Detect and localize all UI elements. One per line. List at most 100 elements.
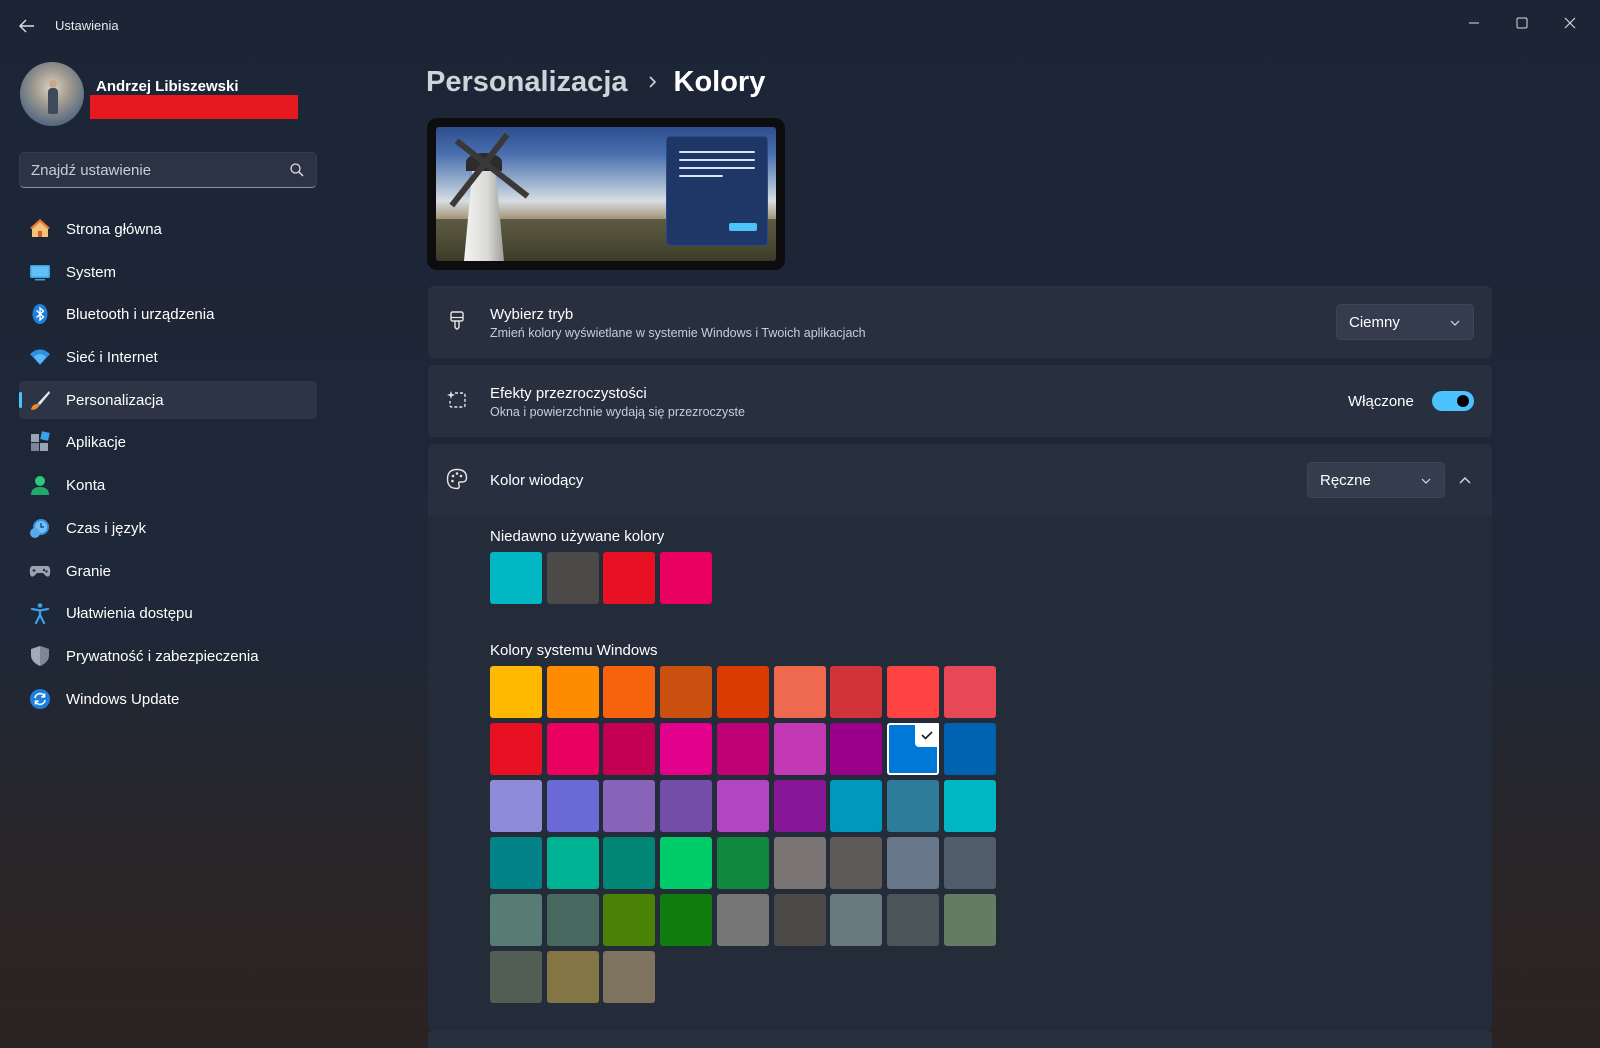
sidebar-item-home[interactable]: Strona główna xyxy=(19,210,317,248)
back-button[interactable] xyxy=(14,14,40,38)
color-swatch[interactable] xyxy=(886,837,939,889)
color-swatch[interactable] xyxy=(603,951,656,1003)
transparency-state-label: Włączone xyxy=(1348,393,1414,410)
color-swatch[interactable] xyxy=(660,666,713,718)
color-swatch[interactable] xyxy=(603,894,656,946)
sidebar-item-bluetooth[interactable]: Bluetooth i urządzenia xyxy=(19,295,317,333)
color-swatch[interactable] xyxy=(830,837,883,889)
sidebar-item-label: Bluetooth i urządzenia xyxy=(66,306,215,324)
color-swatch[interactable] xyxy=(603,552,656,604)
color-swatch[interactable] xyxy=(603,666,656,718)
color-swatch[interactable] xyxy=(490,666,542,718)
transparency-effects-icon xyxy=(447,391,466,408)
mode-dropdown[interactable]: Ciemny xyxy=(1336,304,1474,340)
mode-card: Wybierz tryb Zmień kolory wyświetlane w … xyxy=(428,286,1492,358)
color-swatch[interactable] xyxy=(773,894,826,946)
color-swatch[interactable] xyxy=(660,780,713,832)
color-swatch[interactable] xyxy=(943,837,996,889)
color-swatch[interactable] xyxy=(603,723,656,775)
color-swatch[interactable] xyxy=(490,552,542,604)
color-swatch[interactable] xyxy=(716,837,769,889)
color-swatch[interactable] xyxy=(716,894,769,946)
color-swatch[interactable] xyxy=(716,780,769,832)
color-swatch[interactable] xyxy=(490,894,542,946)
color-swatch[interactable] xyxy=(603,780,656,832)
transparency-toggle[interactable] xyxy=(1432,391,1474,411)
color-swatch[interactable] xyxy=(773,666,826,718)
redacted-email xyxy=(90,95,298,119)
color-swatch[interactable] xyxy=(830,723,883,775)
chevron-down-icon xyxy=(1421,478,1431,484)
sidebar-item-system[interactable]: System xyxy=(19,253,317,291)
sidebar-item-label: Granie xyxy=(66,562,112,580)
user-profile[interactable]: Andrzej Libiszewski xyxy=(20,62,320,130)
search-box xyxy=(19,152,317,188)
color-swatch[interactable] xyxy=(830,894,883,946)
app-title: Ustawienia xyxy=(55,18,119,33)
sidebar-item-privacy[interactable]: Prywatność i zabezpieczenia xyxy=(19,637,317,675)
color-swatch[interactable] xyxy=(660,723,713,775)
color-swatch[interactable] xyxy=(490,837,542,889)
search-input[interactable] xyxy=(20,153,280,187)
minimize-button[interactable] xyxy=(1452,8,1496,38)
color-swatch[interactable] xyxy=(943,894,996,946)
color-swatch[interactable] xyxy=(546,723,599,775)
color-swatch[interactable] xyxy=(660,894,713,946)
color-swatch[interactable] xyxy=(490,780,542,832)
color-swatch[interactable] xyxy=(943,780,996,832)
color-swatch[interactable] xyxy=(490,723,542,775)
sidebar-item-network[interactable]: Sieć i Internet xyxy=(19,338,317,376)
color-swatch[interactable] xyxy=(773,780,826,832)
wallpaper-preview xyxy=(436,127,776,261)
color-swatch[interactable] xyxy=(943,723,996,775)
color-swatch[interactable] xyxy=(943,666,996,718)
color-swatch[interactable] xyxy=(773,723,826,775)
accent-color-card[interactable]: Kolor wiodący Ręczne xyxy=(428,444,1492,516)
color-swatch[interactable] xyxy=(886,780,939,832)
color-swatch[interactable] xyxy=(716,666,769,718)
maximize-button[interactable] xyxy=(1500,8,1544,38)
color-swatch[interactable] xyxy=(830,666,883,718)
color-swatch[interactable] xyxy=(773,837,826,889)
avatar xyxy=(20,62,84,126)
sidebar-item-windows-update[interactable]: Windows Update xyxy=(19,680,317,718)
accent-color-panel: Niedawno używane kolory Kolory systemu W… xyxy=(428,516,1492,1030)
palette-icon xyxy=(446,468,468,490)
color-swatch[interactable] xyxy=(546,837,599,889)
sidebar-item-gaming[interactable]: Granie xyxy=(19,552,317,590)
color-swatch[interactable] xyxy=(830,780,883,832)
color-swatch[interactable] xyxy=(886,723,939,775)
color-swatch[interactable] xyxy=(886,894,939,946)
color-swatch[interactable] xyxy=(603,837,656,889)
color-swatch[interactable] xyxy=(546,666,599,718)
transparency-card: Efekty przezroczystości Okna i powierzch… xyxy=(428,365,1492,437)
close-button[interactable] xyxy=(1548,8,1592,38)
search-icon[interactable] xyxy=(289,162,305,178)
chevron-up-icon[interactable] xyxy=(1458,473,1472,487)
color-swatch[interactable] xyxy=(886,666,939,718)
brush-icon xyxy=(29,389,51,411)
sidebar-nav: Strona główna System Bluetooth i urządze… xyxy=(19,210,317,722)
sidebar-item-accessibility[interactable]: Ułatwienia dostępu xyxy=(19,594,317,632)
sidebar-item-personalization[interactable]: Personalizacja xyxy=(19,380,317,419)
accent-dropdown[interactable]: Ręczne xyxy=(1307,462,1445,498)
color-swatch[interactable] xyxy=(546,780,599,832)
color-swatch[interactable] xyxy=(660,552,713,604)
breadcrumb-parent[interactable]: Personalizacja xyxy=(426,66,628,99)
color-swatch[interactable] xyxy=(546,894,599,946)
color-swatch[interactable] xyxy=(490,951,542,1003)
person-icon xyxy=(29,474,51,496)
gamepad-icon xyxy=(29,560,51,582)
sidebar-item-accounts[interactable]: Konta xyxy=(19,466,317,504)
sidebar-item-label: Strona główna xyxy=(66,221,162,238)
accent-title: Kolor wiodący xyxy=(490,472,584,489)
sidebar-item-time-language[interactable]: Czas i język xyxy=(19,509,317,547)
wifi-icon xyxy=(29,346,51,368)
color-swatch[interactable] xyxy=(546,951,599,1003)
sidebar-item-apps[interactable]: Aplikacje xyxy=(19,423,317,461)
color-swatch[interactable] xyxy=(716,723,769,775)
color-swatch[interactable] xyxy=(660,837,713,889)
preview-window xyxy=(666,136,768,246)
mode-title: Wybierz tryb xyxy=(490,306,574,323)
color-swatch[interactable] xyxy=(546,552,599,604)
